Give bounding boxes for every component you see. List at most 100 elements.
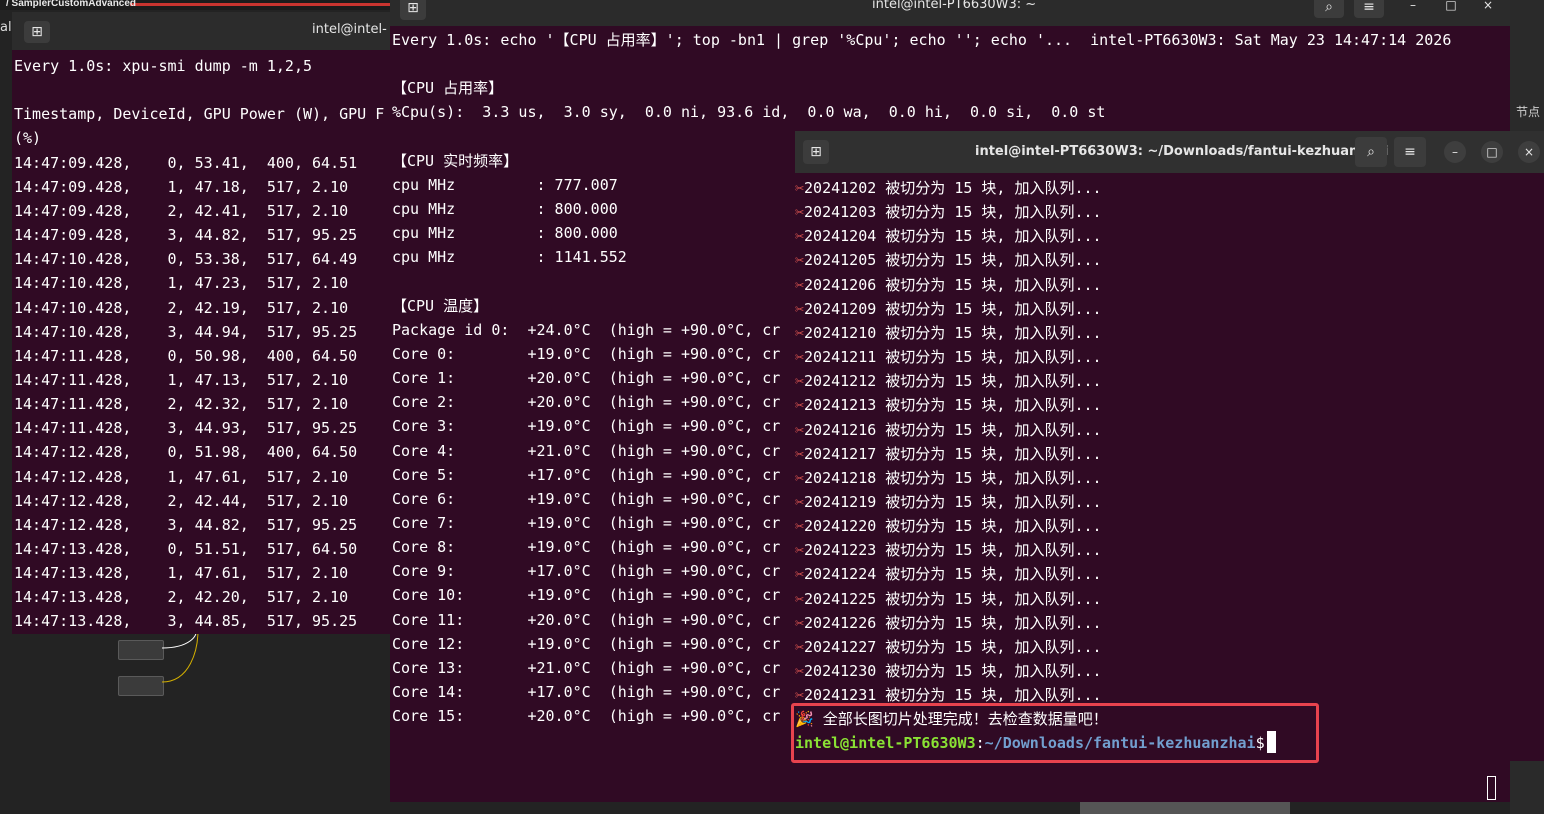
maximize-icon[interactable]: □: [1440, 0, 1462, 16]
terminal-line: Core 11: +20.0°C (high = +90.0°C, cr: [392, 610, 781, 629]
menu-icon[interactable]: ≡: [1394, 137, 1426, 167]
terminal-line: Core 1: +20.0°C (high = +90.0°C, cr: [392, 369, 781, 388]
search-icon[interactable]: ⌕: [1314, 0, 1344, 18]
terminal-line: Core 2: +20.0°C (high = +90.0°C, cr: [392, 393, 781, 412]
background-graph-node[interactable]: [118, 676, 164, 696]
horizontal-scrollbar[interactable]: [1080, 802, 1290, 814]
queue-line: ✂20241210 被切分为 15 块, 加入队列...: [795, 321, 1102, 345]
scissors-icon: ✂: [795, 396, 805, 415]
window-title: intel@intel-PT6630W3: ~: [872, 0, 1037, 12]
queue-line-text: 20241220 被切分为 15 块, 加入队列...: [804, 517, 1102, 536]
window-titlebar[interactable]: ⊞ intel@intel-PT6630W3: ~ ⌕ ≡ – □ ×: [390, 0, 1510, 26]
terminal-line: Core 14: +17.0°C (high = +90.0°C, cr: [392, 683, 781, 702]
queue-line: ✂20241202 被切分为 15 块, 加入队列...: [795, 176, 1102, 200]
queue-line: ✂20241230 被切分为 15 块, 加入队列...: [795, 659, 1102, 683]
scissors-icon: ✂: [795, 227, 805, 246]
queue-line: ✂20241218 被切分为 15 块, 加入队列...: [795, 466, 1102, 490]
terminal-line: %Cpu(s): 3.3 us, 3.0 sy, 0.0 ni, 93.6 id…: [392, 103, 1106, 122]
terminal-line: Core 4: +21.0°C (high = +90.0°C, cr: [392, 441, 781, 460]
scissors-icon: ✂: [795, 444, 805, 463]
terminal-line: 14:47:12.428, 2, 42.44, 517, 2.10: [14, 491, 349, 510]
menu-icon[interactable]: ≡: [1354, 0, 1384, 18]
queue-line-text: 20241209 被切分为 15 块, 加入队列...: [804, 299, 1102, 318]
terminal-line: Core 3: +19.0°C (high = +90.0°C, cr: [392, 417, 781, 436]
terminal-line: 14:47:09.428, 2, 42.41, 517, 2.10: [14, 201, 349, 220]
scissors-icon: ✂: [795, 541, 805, 560]
queue-line-text: 20241218 被切分为 15 块, 加入队列...: [804, 468, 1102, 487]
terminal-line: Core 5: +17.0°C (high = +90.0°C, cr: [392, 465, 781, 484]
terminal-line: 14:47:10.428, 3, 44.94, 517, 95.25: [14, 322, 358, 341]
queue-line: ✂20241206 被切分为 15 块, 加入队列...: [795, 273, 1102, 297]
minimize-icon[interactable]: –: [1402, 0, 1424, 16]
terminal-line: 14:47:11.428, 3, 44.93, 517, 95.25: [14, 419, 358, 438]
new-tab-icon[interactable]: ⊞: [400, 0, 426, 20]
terminal-line: 14:47:09.428, 0, 53.41, 400, 64.51: [14, 153, 358, 172]
queue-line-text: 20241230 被切分为 15 块, 加入队列...: [804, 662, 1102, 680]
scissors-icon: ✂: [795, 637, 805, 656]
queue-line: ✂20241227 被切分为 15 块, 加入队列...: [795, 635, 1102, 659]
window-titlebar[interactable]: ⊞ intel@intel-: [12, 12, 392, 50]
terminal-line: 14:47:10.428, 1, 47.23, 517, 2.10: [14, 274, 349, 293]
terminal-output[interactable]: ✂20241202 被切分为 15 块, 加入队列... ✂20241203 被切…: [795, 173, 1544, 761]
terminal-line: cpu MHz : 800.000: [392, 200, 618, 219]
queue-line: ✂20241223 被切分为 15 块, 加入队列...: [795, 538, 1102, 562]
terminal-line: 【CPU 实时频率】: [392, 151, 519, 170]
terminal-line: 14:47:13.428, 2, 42.20, 517, 2.10: [14, 588, 349, 607]
terminal-line: Core 6: +19.0°C (high = +90.0°C, cr: [392, 489, 781, 508]
queue-line-text: 20241211 被切分为 15 块, 加入队列...: [804, 348, 1102, 367]
queue-line-text: 20241212 被切分为 15 块, 加入队列...: [804, 372, 1102, 391]
window-titlebar[interactable]: ⊞ intel@intel-PT6630W3: ~/Downloads/fant…: [795, 131, 1544, 173]
terminal-line: 14:47:09.428, 1, 47.18, 517, 2.10: [14, 177, 349, 196]
queue-line-text: 20241224 被切分为 15 块, 加入队列...: [804, 565, 1102, 584]
scissors-icon: ✂: [795, 179, 805, 197]
highlight-box: [791, 703, 1319, 763]
window-title: intel@intel-: [312, 22, 387, 37]
terminal-line: (%): [14, 129, 42, 148]
scissors-icon: ✂: [795, 275, 805, 294]
new-tab-icon[interactable]: ⊞: [803, 140, 829, 164]
terminal-line: cpu MHz : 1141.552: [392, 248, 627, 267]
terminal-line: Package id 0: +24.0°C (high = +90.0°C, c…: [392, 320, 781, 339]
terminal-window-slicer[interactable]: ⊞ intel@intel-PT6630W3: ~/Downloads/fant…: [795, 131, 1544, 761]
queue-line-text: 20241213 被切分为 15 块, 加入队列...: [804, 396, 1102, 415]
scissors-icon: ✂: [795, 468, 805, 487]
close-icon[interactable]: ×: [1477, 0, 1499, 16]
terminal-line: 14:47:13.428, 1, 47.61, 517, 2.10: [14, 564, 349, 583]
background-right-label: 节点: [1516, 105, 1541, 119]
queue-line: ✂20241219 被切分为 15 块, 加入队列...: [795, 490, 1102, 514]
terminal-line: 14:47:10.428, 2, 42.19, 517, 2.10: [14, 298, 349, 317]
scissors-icon: ✂: [795, 299, 805, 318]
queue-line-text: 20241210 被切分为 15 块, 加入队列...: [804, 323, 1102, 342]
terminal-line: 14:47:11.428, 0, 50.98, 400, 64.50: [14, 346, 358, 365]
queue-line: ✂20241204 被切分为 15 块, 加入队列...: [795, 224, 1102, 248]
background-progress-line: [130, 3, 390, 6]
terminal-line: 14:47:12.428, 3, 44.82, 517, 95.25: [14, 515, 358, 534]
queue-line-text: 20241202 被切分为 15 块, 加入队列...: [804, 179, 1102, 197]
scissors-icon: ✂: [795, 372, 805, 391]
maximize-icon[interactable]: □: [1481, 141, 1503, 163]
terminal-window-xpu-smi[interactable]: ⊞ intel@intel- Every 1.0s: xpu-smi dump …: [12, 12, 392, 634]
queue-line-text: 20241226 被切分为 15 块, 加入队列...: [804, 613, 1102, 632]
terminal-line: 【CPU 温度】: [392, 296, 489, 315]
terminal-line: Timestamp, DeviceId, GPU Power (W), GPU …: [14, 105, 385, 124]
queue-line-text: 20241223 被切分为 15 块, 加入队列...: [804, 541, 1102, 560]
scissors-icon: ✂: [795, 420, 805, 439]
background-graph-node[interactable]: [118, 640, 164, 660]
close-icon[interactable]: ×: [1518, 141, 1540, 163]
terminal-output[interactable]: Every 1.0s: xpu-smi dump -m 1,2,5 Timesta…: [12, 50, 392, 634]
queue-line-text: 20241225 被切分为 15 块, 加入队列...: [804, 589, 1102, 608]
scissors-icon: ✂: [795, 662, 805, 680]
minimize-icon[interactable]: –: [1444, 141, 1466, 163]
terminal-line: 14:47:13.428, 0, 51.51, 517, 64.50: [14, 540, 358, 558]
scissors-icon: ✂: [795, 589, 805, 608]
terminal-line: Every 1.0s: echo '【CPU 占用率】'; top -bn1 |…: [392, 31, 1452, 49]
text-cursor-indicator: [1487, 776, 1496, 800]
queue-line: ✂20241212 被切分为 15 块, 加入队列...: [795, 369, 1102, 393]
queue-line: ✂20241216 被切分为 15 块, 加入队列...: [795, 418, 1102, 442]
scissors-icon: ✂: [795, 251, 805, 270]
queue-line: ✂20241209 被切分为 15 块, 加入队列...: [795, 297, 1102, 321]
search-icon[interactable]: ⌕: [1355, 137, 1387, 167]
terminal-line: Every 1.0s: xpu-smi dump -m 1,2,5: [14, 57, 313, 75]
queue-line-text: 20241205 被切分为 15 块, 加入队列...: [804, 251, 1102, 270]
new-tab-icon[interactable]: ⊞: [24, 21, 50, 43]
